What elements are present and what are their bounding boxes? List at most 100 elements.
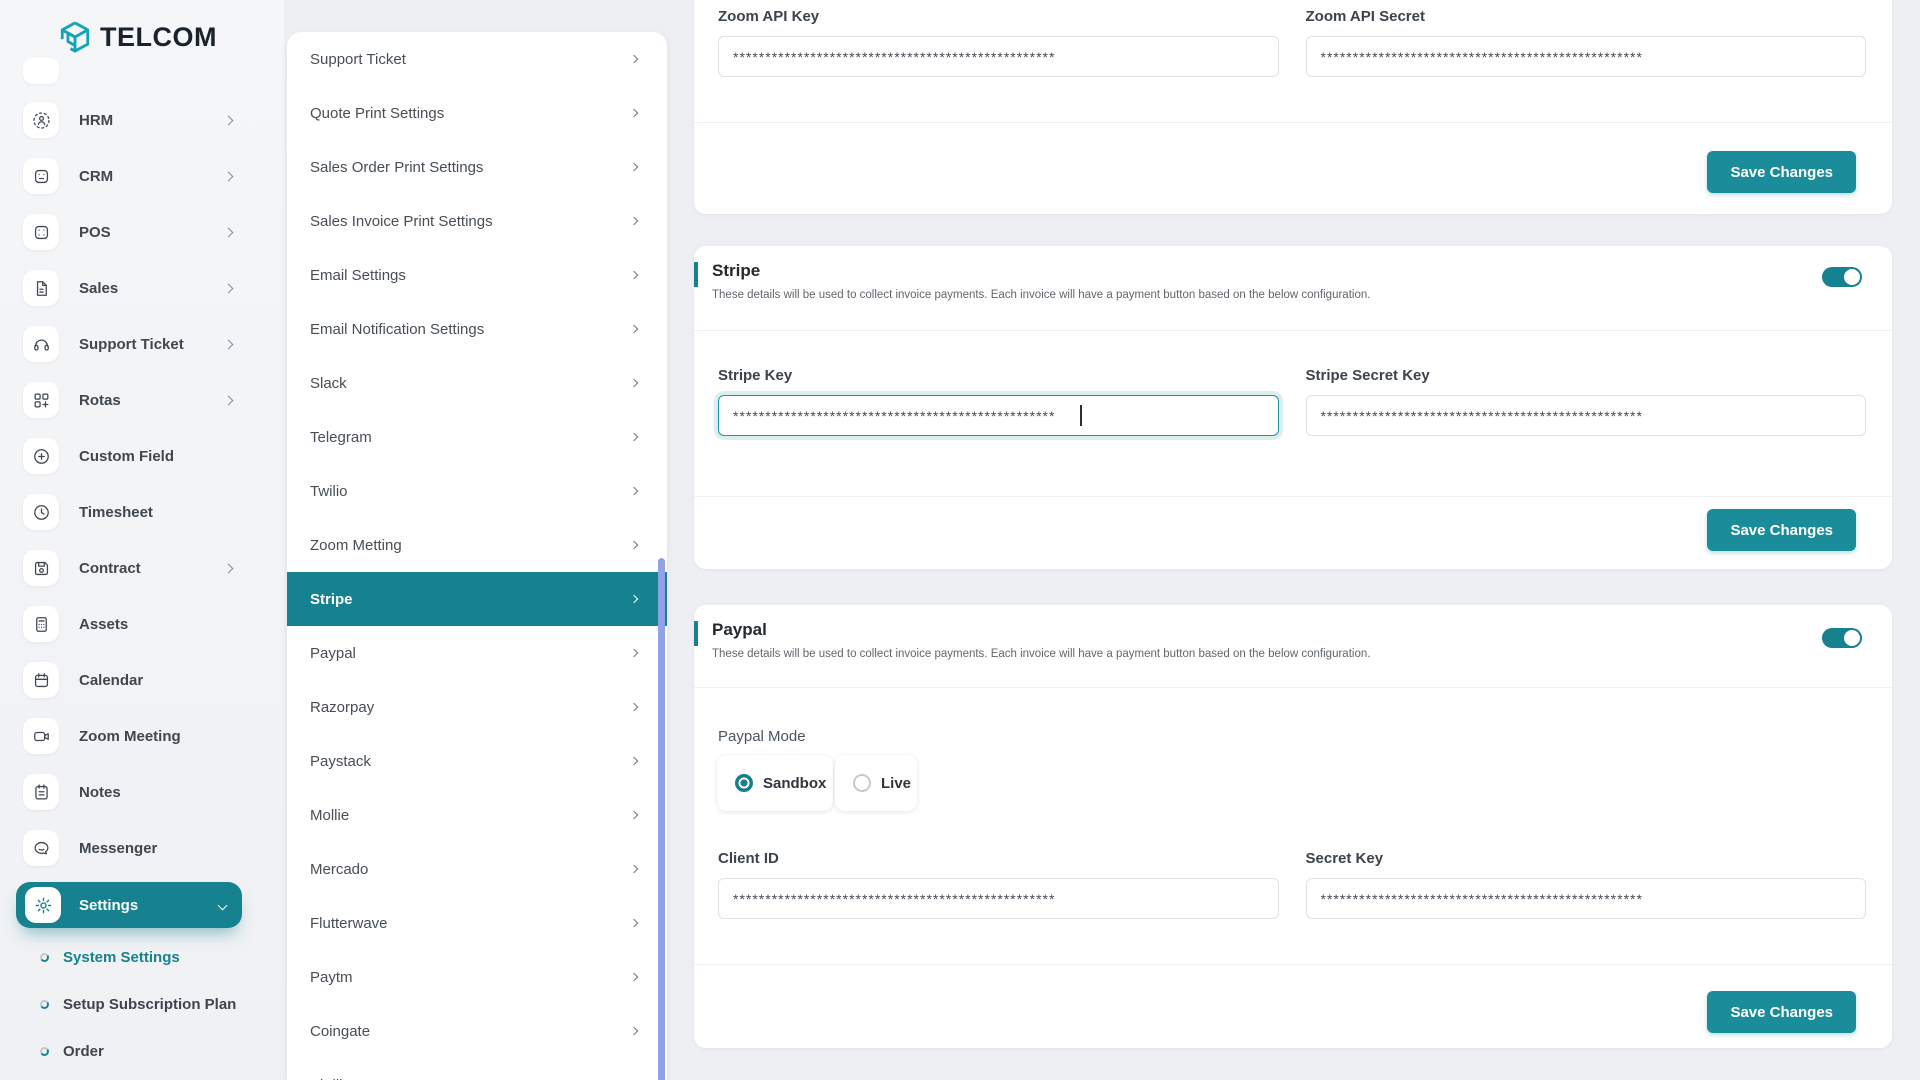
sidebar-item-label: Messenger bbox=[79, 839, 158, 857]
paypal-client-id-input[interactable] bbox=[718, 878, 1279, 919]
sidebar-item-rotas[interactable]: Rotas bbox=[0, 372, 284, 428]
sidebar-item-label: Settings bbox=[79, 896, 139, 914]
sidebar-item-zoom-meeting[interactable]: Zoom Meeting bbox=[0, 708, 284, 764]
paypal-secret-key-label: Secret Key bbox=[1305, 850, 1384, 867]
sales-icon bbox=[23, 270, 59, 306]
chevron-right-icon bbox=[223, 227, 234, 237]
sidebar-item-calendar[interactable]: Calendar bbox=[0, 652, 284, 708]
menu-item-label: Sales Invoice Print Settings bbox=[310, 212, 493, 230]
video-icon bbox=[23, 718, 59, 754]
settings-menu-item-quote-print-settings[interactable]: Quote Print Settings bbox=[287, 86, 667, 140]
settings-menu-item-mollie[interactable]: Mollie bbox=[287, 788, 667, 842]
settings-menu-item-razorpay[interactable]: Razorpay bbox=[287, 680, 667, 734]
sidebar-item-settings[interactable]: Settings bbox=[16, 882, 242, 928]
settings-menu-item-email-notification-settings[interactable]: Email Notification Settings bbox=[287, 302, 667, 356]
gear-icon bbox=[25, 887, 61, 923]
stripe-key-input[interactable] bbox=[718, 395, 1279, 436]
paypal-save-button[interactable]: Save Changes bbox=[1707, 991, 1856, 1033]
zoom-api-secret-input[interactable] bbox=[1305, 36, 1866, 77]
chevron-right-icon bbox=[223, 115, 234, 125]
panel-scrollbar[interactable] bbox=[658, 558, 665, 1080]
paypal-mode-group: Sandbox Live bbox=[717, 755, 1892, 811]
menu-item-label: Skrill bbox=[310, 1077, 343, 1080]
sidebar-item-label: HRM bbox=[79, 111, 114, 129]
settings-menu-item-support-ticket[interactable]: Support Ticket bbox=[287, 32, 667, 86]
sidebar-item-custom-field[interactable]: Custom Field bbox=[0, 428, 284, 484]
chevron-right-icon bbox=[629, 432, 639, 442]
sidebar-item-label: Calendar bbox=[79, 671, 144, 689]
sidebar-item-notes[interactable]: Notes bbox=[0, 764, 284, 820]
settings-menu-item-twilio[interactable]: Twilio bbox=[287, 464, 667, 518]
radio-unchecked-icon[interactable] bbox=[853, 774, 871, 792]
chevron-right-icon bbox=[223, 283, 234, 293]
crm-icon bbox=[23, 158, 59, 194]
menu-item-label: Paystack bbox=[310, 752, 371, 770]
chevron-right-icon bbox=[629, 162, 639, 172]
menu-item-label: Support Ticket bbox=[310, 50, 406, 68]
settings-menu-item-sales-invoice-print-settings[interactable]: Sales Invoice Print Settings bbox=[287, 194, 667, 248]
settings-menu-item-paypal[interactable]: Paypal bbox=[287, 626, 667, 680]
stripe-secret-key-input[interactable] bbox=[1305, 395, 1866, 436]
sidebar-item-label: POS bbox=[79, 223, 111, 241]
grid-plus-icon bbox=[23, 382, 59, 418]
menu-item-label: Paypal bbox=[310, 644, 356, 662]
settings-subnav: System Settings Setup Subscription Plan … bbox=[0, 934, 284, 1075]
sidebar-item-assets[interactable]: Assets bbox=[0, 596, 284, 652]
sidebar-item-crm[interactable]: CRM bbox=[0, 148, 284, 204]
sidebar-item-sales[interactable]: Sales bbox=[0, 260, 284, 316]
settings-menu-item-zoom-metting[interactable]: Zoom Metting bbox=[287, 518, 667, 572]
settings-menu-item-coingate[interactable]: Coingate bbox=[287, 1004, 667, 1058]
chevron-right-icon bbox=[223, 171, 234, 181]
brand-logo[interactable]: TELCOM bbox=[58, 20, 217, 54]
chevron-right-icon bbox=[223, 563, 234, 573]
paypal-card-title: Paypal bbox=[712, 620, 767, 639]
chevron-right-icon bbox=[629, 1026, 639, 1036]
settings-menu-item-slack[interactable]: Slack bbox=[287, 356, 667, 410]
calculator-icon bbox=[23, 606, 59, 642]
settings-menu-item-stripe[interactable]: Stripe bbox=[287, 572, 667, 626]
sidebar-item-contract[interactable]: Contract bbox=[0, 540, 284, 596]
stripe-save-button[interactable]: Save Changes bbox=[1707, 509, 1856, 551]
settings-menu-item-sales-order-print-settings[interactable]: Sales Order Print Settings bbox=[287, 140, 667, 194]
settings-menu-item-telegram[interactable]: Telegram bbox=[287, 410, 667, 464]
sidebar-item-messenger[interactable]: Messenger bbox=[0, 820, 284, 876]
zoom-api-key-input[interactable] bbox=[718, 36, 1279, 77]
settings-menu-item-flutterwave[interactable]: Flutterwave bbox=[287, 896, 667, 950]
floppy-icon bbox=[23, 550, 59, 586]
zoom-settings-card: Zoom API Key Zoom API Secret Save Change… bbox=[694, 0, 1892, 214]
sidebar-item-pos[interactable]: POS bbox=[0, 204, 284, 260]
chevron-right-icon bbox=[629, 270, 639, 280]
settings-menu-item-skrill[interactable]: Skrill bbox=[287, 1058, 667, 1080]
chevron-right-icon bbox=[629, 216, 639, 226]
settings-menu-item-mercado[interactable]: Mercado bbox=[287, 842, 667, 896]
radio-checked-icon[interactable] bbox=[735, 774, 753, 792]
subnav-item-system-settings[interactable]: System Settings bbox=[0, 934, 284, 981]
sidebar-item-timesheet[interactable]: Timesheet bbox=[0, 484, 284, 540]
stripe-enabled-toggle[interactable] bbox=[1822, 267, 1862, 287]
paypal-mode-sandbox-option[interactable]: Sandbox bbox=[717, 755, 833, 811]
stripe-card-description: These details will be used to collect in… bbox=[712, 289, 1371, 301]
zoom-save-button[interactable]: Save Changes bbox=[1707, 151, 1856, 193]
paypal-enabled-toggle[interactable] bbox=[1822, 628, 1862, 648]
paypal-card-description: These details will be used to collect in… bbox=[712, 648, 1371, 660]
menu-item-label: Slack bbox=[310, 374, 347, 392]
settings-menu-item-paystack[interactable]: Paystack bbox=[287, 734, 667, 788]
sidebar-item-support-ticket[interactable]: Support Ticket bbox=[0, 316, 284, 372]
subnav-item-setup-subscription-plan[interactable]: Setup Subscription Plan bbox=[0, 981, 284, 1028]
subnav-item-order[interactable]: Order bbox=[0, 1028, 284, 1075]
brand-cube-icon bbox=[60, 21, 90, 53]
chevron-right-icon bbox=[629, 972, 639, 982]
settings-menu-item-email-settings[interactable]: Email Settings bbox=[287, 248, 667, 302]
settings-menu-item-paytm[interactable]: Paytm bbox=[287, 950, 667, 1004]
mode-option-label: Live bbox=[881, 774, 912, 792]
chevron-right-icon bbox=[223, 339, 234, 349]
chevron-right-icon bbox=[223, 395, 234, 405]
stripe-settings-card: Stripe These details will be used to col… bbox=[694, 246, 1892, 569]
stripe-secret-key-label: Stripe Secret Key bbox=[1305, 367, 1430, 384]
paypal-settings-card: Paypal These details will be used to col… bbox=[694, 605, 1892, 1048]
chevron-right-icon bbox=[629, 756, 639, 766]
sidebar-item-hrm[interactable]: HRM bbox=[0, 92, 284, 148]
brand-name: TELCOM bbox=[100, 21, 217, 52]
paypal-mode-live-option[interactable]: Live bbox=[835, 755, 917, 811]
paypal-secret-key-input[interactable] bbox=[1305, 878, 1866, 919]
